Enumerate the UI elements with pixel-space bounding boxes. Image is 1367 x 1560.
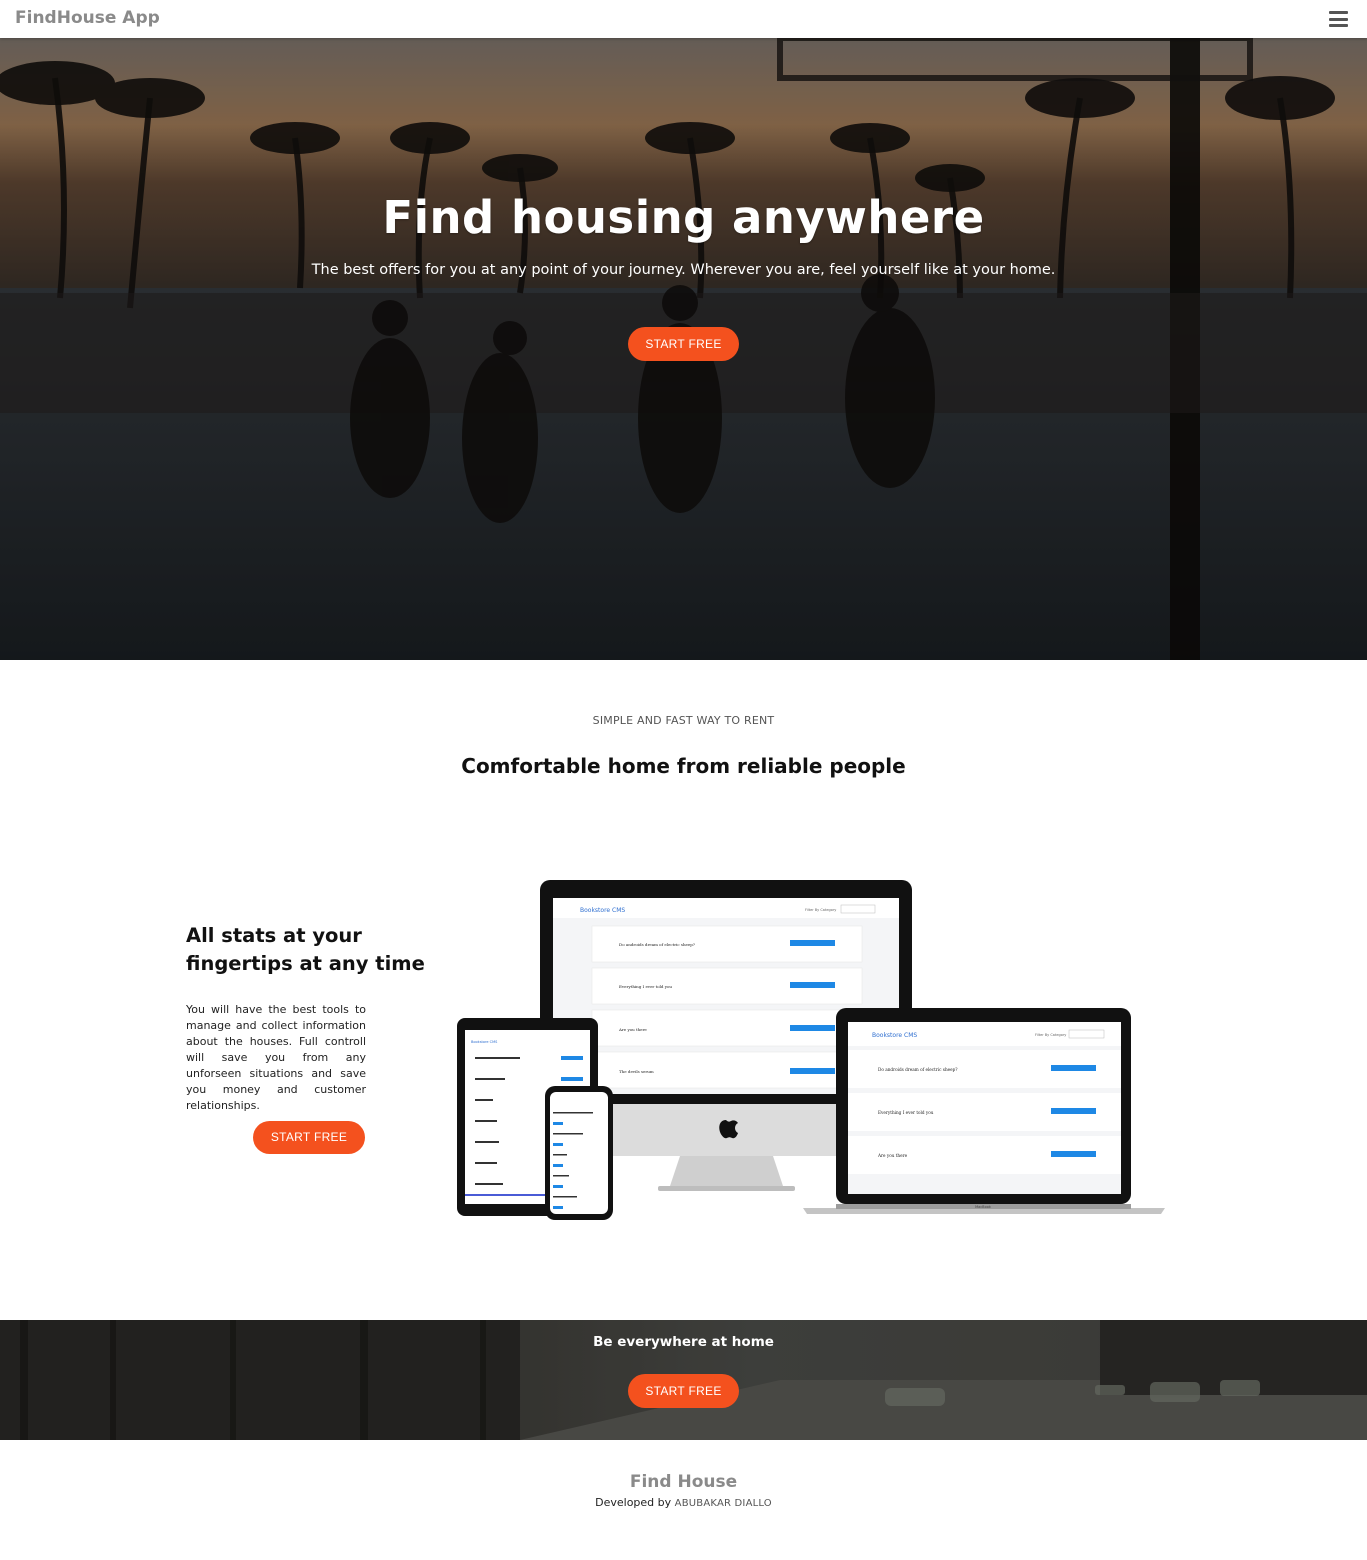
svg-text:Bookstore CMS: Bookstore CMS — [471, 1040, 498, 1044]
hero-start-free-button[interactable]: START FREE — [628, 327, 739, 361]
section-kicker: SIMPLE AND FAST WAY TO RENT — [592, 714, 775, 727]
desktop-app-title: Bookstore CMS — [580, 907, 625, 914]
desktop-book-1: Do androids dream of electric sheep? — [619, 942, 695, 947]
desktop-book-row: The devils serum — [591, 1051, 863, 1089]
laptop-app-title: Bookstore CMS — [872, 1032, 917, 1039]
desktop-book-3: Are you there — [618, 1027, 647, 1032]
devices-mockup-image: Bookstore CMS Filter By Category Do andr… — [457, 880, 1165, 1220]
laptop-book-row: Everything I ever told you — [848, 1093, 1121, 1131]
desktop-book-row: Everything I ever told you — [591, 967, 863, 1005]
hero-section: Find housing anywhere The best offers fo… — [0, 38, 1367, 660]
laptop-mockup: Bookstore CMS Filter By Category Do andr… — [803, 1008, 1165, 1214]
feature-title: All stats at your fingertips at any time — [186, 924, 425, 975]
feature-description: You will have the best tools to manage a… — [186, 1003, 366, 1112]
feature-start-free-button[interactable]: START FREE — [253, 1121, 365, 1154]
footer-title: Find House — [629, 1472, 738, 1492]
laptop-book-1: Do androids dream of electric sheep? — [878, 1067, 958, 1072]
laptop-book-row: Do androids dream of electric sheep? — [848, 1050, 1121, 1088]
section-title: Comfortable home from reliable people — [461, 754, 906, 778]
laptop-book-2: Everything I ever told you — [878, 1110, 934, 1115]
desktop-book-row: Are you there — [591, 1009, 863, 1047]
brand-logo[interactable]: FindHouse App — [15, 8, 160, 28]
cta-band-section: Be everywhere at home START FREE — [0, 1320, 1367, 1440]
band-title: Be everywhere at home — [593, 1334, 774, 1350]
hero-title: Find housing anywhere — [382, 191, 985, 244]
hero-subtitle: The best offers for you at any point of … — [311, 262, 1056, 278]
desktop-book-row: Do androids dream of electric sheep? — [591, 925, 863, 963]
phone-mockup — [545, 1086, 613, 1220]
laptop-brand-label: MacBook — [975, 1205, 992, 1209]
laptop-book-3: Are you there — [877, 1153, 908, 1158]
laptop-filter-label: Filter By Category — [1035, 1033, 1066, 1037]
hamburger-menu-icon[interactable] — [1329, 11, 1348, 27]
laptop-book-row: Are you there — [848, 1136, 1121, 1174]
desktop-book-4: The devils serum — [619, 1069, 654, 1074]
navbar: FindHouse App — [0, 0, 1367, 38]
footer-author-link[interactable]: ABUBAKAR DIALLO — [675, 1498, 772, 1509]
band-start-free-button[interactable]: START FREE — [628, 1374, 739, 1408]
footer-credit: Developed by ABUBAKAR DIALLO — [0, 1496, 1367, 1509]
desktop-filter-label: Filter By Category — [805, 908, 836, 912]
footer-credit-prefix: Developed by — [595, 1496, 672, 1509]
desktop-book-2: Everything I ever told you — [619, 984, 672, 989]
